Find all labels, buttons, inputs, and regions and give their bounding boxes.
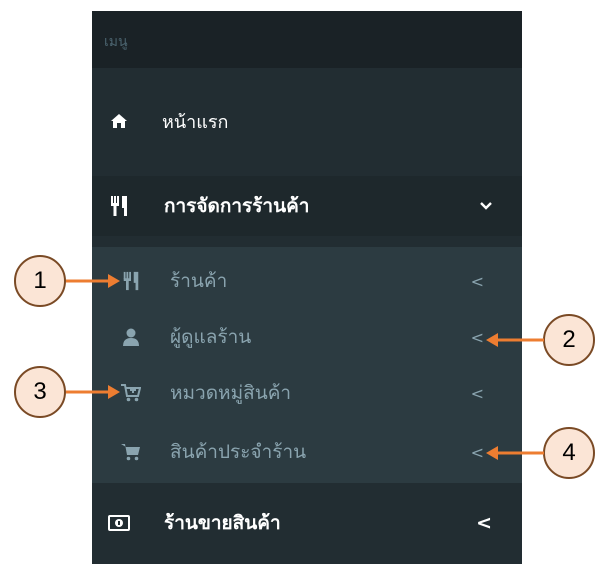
user-icon xyxy=(120,326,142,348)
submenu-item-store-products[interactable]: สินค้าประจำร้าน < xyxy=(92,424,522,480)
callout-4: 4 xyxy=(543,427,595,479)
submenu-item-store-products-label: สินค้าประจำร้าน xyxy=(170,441,307,463)
chevron-down-icon xyxy=(480,202,492,210)
submenu-item-store-admin[interactable]: ผู้ดูแลร้าน < xyxy=(92,309,522,365)
chevron-left-icon: < xyxy=(470,271,484,291)
callout-3-arrow xyxy=(66,385,120,399)
sidebar-menu: เมนู หน้าแรก การจัดการร้านค้า ร้านค้า < … xyxy=(92,11,522,564)
callout-2-arrow xyxy=(486,333,544,347)
chevron-left-icon: < xyxy=(470,327,484,347)
chevron-left-icon: < xyxy=(476,512,492,534)
money-icon xyxy=(108,512,130,534)
submenu-item-store-admin-label: ผู้ดูแลร้าน xyxy=(170,326,252,348)
cart-plus-icon xyxy=(120,382,142,404)
sidebar-item-shop-label: ร้านขายสินค้า xyxy=(164,512,281,534)
submenu-item-product-category-label: หมวดหมู่สินค้า xyxy=(170,382,292,404)
cart-icon xyxy=(120,441,142,463)
callout-2-label: 2 xyxy=(562,326,576,353)
utensils-icon xyxy=(120,270,142,292)
submenu-item-product-category[interactable]: หมวดหมู่สินค้า < xyxy=(92,365,522,421)
submenu-item-store-label: ร้านค้า xyxy=(170,270,228,292)
callout-4-label: 4 xyxy=(562,439,576,466)
utensils-icon xyxy=(108,195,130,217)
callout-1-arrow xyxy=(66,274,120,288)
callout-1: 1 xyxy=(14,255,66,307)
chevron-left-icon: < xyxy=(470,383,484,403)
sidebar-item-home-label: หน้าแรก xyxy=(162,111,229,133)
chevron-left-icon: < xyxy=(470,442,484,462)
callout-1-label: 1 xyxy=(33,267,47,294)
callout-4-arrow xyxy=(486,446,544,460)
menu-header: เมนู xyxy=(92,11,522,68)
sidebar-item-store-management-label: การจัดการร้านค้า xyxy=(164,195,310,217)
callout-3: 3 xyxy=(14,366,66,418)
menu-header-label: เมนู xyxy=(104,34,128,50)
sidebar-item-shop[interactable]: ร้านขายสินค้า < xyxy=(92,495,522,551)
home-icon xyxy=(108,110,130,132)
callout-2: 2 xyxy=(543,314,595,366)
sidebar-item-home[interactable]: หน้าแรก xyxy=(92,94,522,148)
sidebar-item-store-management[interactable]: การจัดการร้านค้า xyxy=(92,176,522,236)
submenu-item-store[interactable]: ร้านค้า < xyxy=(92,253,522,309)
callout-3-label: 3 xyxy=(33,378,47,405)
